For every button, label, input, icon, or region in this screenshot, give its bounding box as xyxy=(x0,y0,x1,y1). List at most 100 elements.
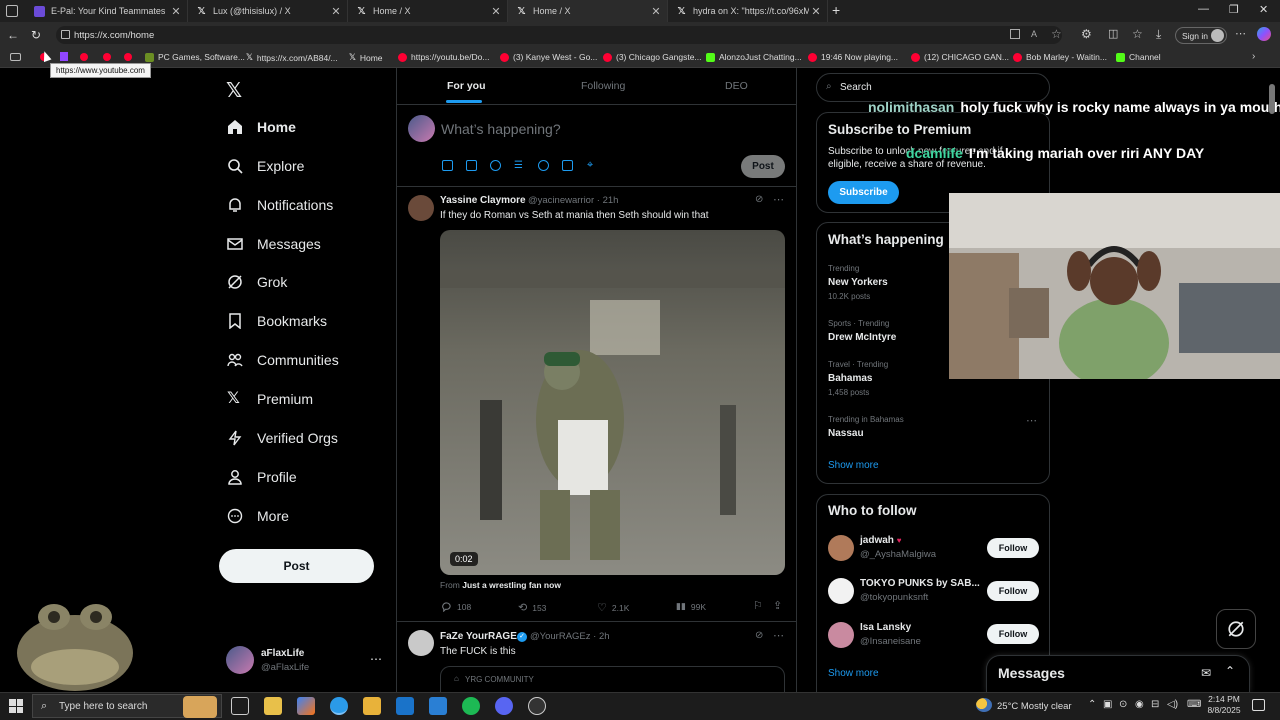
tab-for-you[interactable]: For you xyxy=(447,80,486,92)
tweet-author-handle[interactable]: @YourRAGEz · 2h xyxy=(530,631,610,642)
x-logo-icon[interactable]: 𝕏 xyxy=(226,78,242,103)
avatar[interactable] xyxy=(828,535,854,561)
collections-icon[interactable] xyxy=(10,53,21,61)
tab-hydra[interactable]: 𝕏 hydra on X: "https://t.co/96xMaP ✕ xyxy=(668,0,828,22)
weather-text[interactable]: 25°C Mostly clear xyxy=(997,701,1072,712)
scrollbar-thumb[interactable] xyxy=(1269,84,1275,114)
tweet-author-name[interactable]: Yassine Claymore xyxy=(440,195,526,206)
nav-premium[interactable]: 𝕏 Premium xyxy=(227,387,313,411)
subscribe-button[interactable]: Subscribe xyxy=(828,181,899,204)
nav-profile[interactable]: Profile xyxy=(227,465,297,489)
url-bar[interactable]: https://x.com/home xyxy=(56,26,1062,44)
avatar[interactable] xyxy=(226,646,254,674)
follow-suggestion-name[interactable]: TOKYO PUNKS by SAB... xyxy=(860,578,980,589)
spotify-icon[interactable] xyxy=(462,697,480,715)
search-input[interactable]: ⌕ Search xyxy=(816,73,1050,102)
app-icon[interactable] xyxy=(528,697,546,715)
tweet-author-name[interactable]: FaZe YourRAGE xyxy=(440,631,517,642)
copilot-icon[interactable] xyxy=(1257,27,1271,41)
copilot-app-icon[interactable] xyxy=(297,697,315,715)
follow-suggestion-name[interactable]: jadwah ♥ xyxy=(860,535,901,546)
more-icon[interactable]: ⋯ xyxy=(1026,414,1037,427)
show-more-link[interactable]: Show more xyxy=(828,460,879,471)
new-message-icon[interactable]: ✉ xyxy=(1201,666,1211,680)
bookmark-item[interactable]: 19:46 Now playing... xyxy=(808,52,898,62)
repost-button[interactable]: ⟲ 153 xyxy=(518,601,546,614)
nav-communities[interactable]: Communities xyxy=(227,348,339,372)
tab-lux[interactable]: 𝕏 Lux (@thisislux) / X ✕ xyxy=(188,0,348,22)
discord-icon[interactable] xyxy=(495,697,513,715)
more-icon[interactable]: ⋯ xyxy=(773,193,784,206)
bookmark-item[interactable]: (3) Kanye West - Go... xyxy=(500,52,597,62)
tweet-author-handle[interactable]: @yacinewarrior · 21h xyxy=(528,195,618,206)
tab-following[interactable]: Following xyxy=(581,80,625,92)
reply-button[interactable]: 108 xyxy=(441,601,471,612)
tab-actions-icon[interactable] xyxy=(6,5,18,17)
taskbar-search-input[interactable]: ⌕ Type here to search xyxy=(32,694,222,718)
outlook-icon[interactable] xyxy=(396,697,414,715)
compose-input[interactable]: What’s happening? xyxy=(441,121,561,137)
like-button[interactable]: ♡ 2.1K xyxy=(597,601,629,614)
page-info-icon[interactable] xyxy=(61,30,70,39)
follow-button[interactable]: Follow xyxy=(987,538,1039,558)
poll-icon[interactable]: ☰ xyxy=(514,160,523,171)
close-window-icon[interactable]: ✕ xyxy=(1259,3,1268,16)
avatar[interactable] xyxy=(828,578,854,604)
bookmark-item[interactable]: 𝕏https://x.com/AB84/... xyxy=(246,52,338,63)
file-explorer-icon[interactable] xyxy=(363,697,381,715)
tab-home-2[interactable]: 𝕏 Home / X ✕ xyxy=(508,0,668,22)
favorite-star-icon[interactable]: ☆ xyxy=(1051,27,1062,41)
avatar[interactable] xyxy=(408,630,434,656)
from-source-link[interactable]: Just a wrestling fan now xyxy=(462,580,561,590)
nav-bookmarks[interactable]: Bookmarks xyxy=(227,309,327,333)
read-aloud-icon[interactable]: A xyxy=(1031,29,1037,39)
task-view-icon[interactable] xyxy=(231,697,249,715)
clock[interactable]: 2:14 PM 8/8/2025 xyxy=(1205,694,1243,716)
bookmark-item[interactable]: Channel xyxy=(1116,52,1161,62)
sign-in-button[interactable]: Sign in xyxy=(1175,27,1227,44)
trend-name[interactable]: New Yorkers xyxy=(828,277,888,288)
location-icon[interactable]: ⌖ xyxy=(587,159,593,172)
weather-icon[interactable] xyxy=(976,698,992,712)
store-icon[interactable] xyxy=(264,697,282,715)
nav-verified-orgs[interactable]: Verified Orgs xyxy=(227,426,338,450)
bookmark-item[interactable]: PC Games, Software... xyxy=(145,52,245,62)
close-icon[interactable]: ✕ xyxy=(169,5,183,18)
app-available-icon[interactable] xyxy=(1010,29,1020,39)
language-icon[interactable]: ⌨ xyxy=(1187,699,1201,710)
grok-icon[interactable]: ⊘ xyxy=(755,630,763,641)
show-more-link[interactable]: Show more xyxy=(828,668,879,679)
youtube-icon[interactable] xyxy=(103,53,111,61)
grok-float-button[interactable] xyxy=(1216,609,1256,649)
close-icon[interactable]: ✕ xyxy=(329,5,343,18)
nav-messages[interactable]: Messages xyxy=(227,232,321,256)
tray-app-icon[interactable]: ▣ xyxy=(1103,699,1112,710)
tray-app-icon[interactable]: ◉ xyxy=(1135,699,1144,710)
bookmark-item[interactable]: Bob Marley - Waitin... xyxy=(1013,52,1107,62)
back-icon[interactable]: ← xyxy=(7,28,19,42)
bookmark-item[interactable]: https://youtu.be/Do... xyxy=(398,52,489,62)
volume-icon[interactable]: ◁) xyxy=(1167,699,1178,710)
bookmark-item[interactable]: AlonzoJust Chatting... xyxy=(706,52,802,62)
gif-icon[interactable] xyxy=(466,160,477,171)
tweet-video[interactable] xyxy=(440,230,785,575)
bookmark-item[interactable]: (12) CHICAGO GAN... xyxy=(911,52,1009,62)
messages-drawer[interactable]: Messages ✉ ⌃ xyxy=(986,655,1250,692)
nav-home[interactable]: Home xyxy=(227,115,296,139)
settings-menu-icon[interactable]: ⋯ xyxy=(1235,27,1246,40)
restore-icon[interactable]: ❐ xyxy=(1229,3,1239,16)
bookmark-icon[interactable]: ⚐ xyxy=(753,599,763,612)
windows-start-icon[interactable] xyxy=(9,699,23,713)
avatar[interactable] xyxy=(828,622,854,648)
refresh-icon[interactable]: ↻ xyxy=(31,28,41,42)
nav-explore[interactable]: Explore xyxy=(227,154,304,178)
twitch-icon[interactable] xyxy=(60,52,68,61)
follow-button[interactable]: Follow xyxy=(987,581,1039,601)
youtube-icon[interactable] xyxy=(124,53,132,61)
tab-epal[interactable]: E-Pal: Your Kind Teammates ✕ xyxy=(26,0,188,22)
image-icon[interactable] xyxy=(442,160,453,171)
trend-name[interactable]: Drew McIntyre xyxy=(828,332,896,343)
close-icon[interactable]: ✕ xyxy=(649,5,663,18)
follow-suggestion-name[interactable]: Isa Lansky xyxy=(860,622,911,633)
extensions-icon[interactable]: ⚙ xyxy=(1081,27,1092,41)
